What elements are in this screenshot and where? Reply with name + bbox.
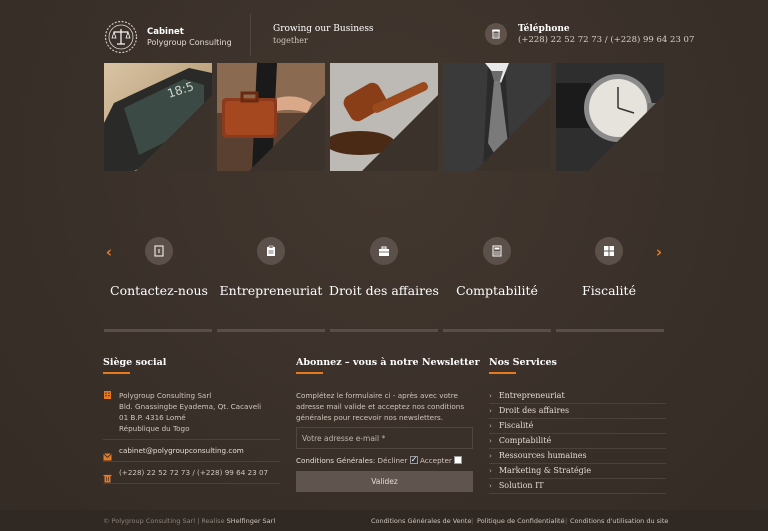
footer-link-terms[interactable]: Conditions d'utilisation du site bbox=[570, 517, 668, 525]
service-label: Contactez-nous bbox=[110, 283, 208, 298]
services-list-item[interactable]: › Solution IT bbox=[489, 479, 666, 494]
chevron-right-icon: › bbox=[489, 482, 492, 490]
contact-book-icon bbox=[145, 237, 173, 265]
chevron-right-icon: › bbox=[489, 452, 492, 460]
services-list-label[interactable]: Entrepreneuriat bbox=[499, 391, 565, 400]
divider-bar bbox=[104, 329, 212, 332]
realise-by-link[interactable]: SHelfinger Sarl bbox=[227, 517, 275, 525]
decline-label: Décliner bbox=[377, 456, 408, 465]
logo-subtitle[interactable]: Polygroup Consulting bbox=[147, 38, 232, 47]
siege-po: 01 B.P. 4316 Lomé bbox=[119, 413, 186, 422]
phone-small-icon bbox=[103, 468, 112, 487]
grid-icon bbox=[595, 237, 623, 265]
footer-link-privacy[interactable]: Politique de Confidentialité bbox=[477, 517, 565, 525]
divider-bar bbox=[443, 329, 551, 332]
siege-company: Polygroup Consulting Sarl bbox=[119, 391, 212, 400]
chevron-right-icon: › bbox=[489, 467, 492, 475]
tagline-line-2: together bbox=[273, 36, 308, 45]
chevron-right-icon: › bbox=[489, 437, 492, 445]
services-list-label[interactable]: Comptabilité bbox=[499, 436, 551, 445]
services-list-item[interactable]: › Entrepreneuriat bbox=[489, 389, 666, 404]
copyright: © Polygroup Consulting Sarl | Realise SH… bbox=[103, 517, 275, 525]
conditions-row: Conditions Générales: Décliner Accepter bbox=[296, 454, 463, 466]
siege-email-link[interactable]: cabinet@polygroupconsulting.com bbox=[119, 445, 244, 456]
service-label: Entrepreneuriat bbox=[219, 283, 323, 298]
services-list-label[interactable]: Fiscalité bbox=[499, 421, 534, 430]
separator bbox=[103, 483, 280, 484]
siege-country: République du Togo bbox=[119, 424, 190, 433]
siege-street: Bld. Gnassingbe Eyadema, Qt. Cacaveli bbox=[119, 402, 262, 411]
footer-separator: | bbox=[565, 517, 568, 525]
accept-label: Accepter bbox=[419, 456, 452, 465]
phone-icon bbox=[485, 23, 507, 45]
title-underline bbox=[296, 372, 323, 374]
tagline-line-1: Growing our Business bbox=[273, 24, 374, 34]
newsletter-submit-button[interactable]: Validez bbox=[296, 471, 473, 492]
accept-checkbox[interactable] bbox=[454, 456, 463, 464]
siege-title: Siège social bbox=[103, 357, 167, 368]
divider-bar bbox=[330, 329, 438, 332]
envelope-icon bbox=[103, 446, 112, 465]
chevron-right-icon: › bbox=[489, 392, 492, 400]
title-underline bbox=[489, 372, 516, 374]
newsletter-email-input[interactable] bbox=[296, 427, 473, 449]
calculator-icon bbox=[483, 237, 511, 265]
services-list-label[interactable]: Solution IT bbox=[499, 481, 544, 490]
services-list-item[interactable]: › Ressources humaines bbox=[489, 449, 666, 464]
services-list-item[interactable]: › Fiscalité bbox=[489, 419, 666, 434]
service-fiscalite[interactable]: Fiscalité bbox=[554, 237, 664, 298]
services-list-item[interactable]: › Droit des affaires bbox=[489, 404, 666, 419]
newsletter-title: Abonnez – vous à notre Newsletter bbox=[296, 357, 480, 368]
building-icon bbox=[103, 390, 112, 402]
service-droit-des-affaires[interactable]: Droit des affaires bbox=[329, 237, 439, 298]
briefcase-icon bbox=[370, 237, 398, 265]
service-label: Comptabilité bbox=[456, 283, 538, 298]
services-list-item[interactable]: › Marketing & Stratégie bbox=[489, 464, 666, 479]
newsletter-desc-3: générales pour recevoir nos newsletters. bbox=[296, 413, 444, 422]
service-comptabilite[interactable]: Comptabilité bbox=[442, 237, 552, 298]
tile-briefcase-image[interactable] bbox=[217, 63, 325, 171]
service-entrepreneuriat[interactable]: Entrepreneuriat bbox=[216, 237, 326, 298]
separator bbox=[103, 439, 280, 440]
service-label: Droit des affaires bbox=[329, 283, 439, 298]
title-underline bbox=[103, 372, 130, 374]
logo-scales-icon[interactable] bbox=[103, 20, 139, 54]
tile-watch-image[interactable] bbox=[556, 63, 664, 171]
services-list-label[interactable]: Droit des affaires bbox=[499, 406, 569, 415]
newsletter-desc-2: adresse mail valide et acceptez nos cond… bbox=[296, 402, 465, 411]
tile-phone-image[interactable]: 18:5 bbox=[104, 63, 212, 171]
footer-link-cgv[interactable]: Conditions Générales de Vente bbox=[371, 517, 471, 525]
conditions-label: Conditions Générales: bbox=[296, 456, 376, 465]
chevron-right-icon: › bbox=[489, 407, 492, 415]
phone-numbers: (+228) 22 52 72 73 / (+228) 99 64 23 07 bbox=[518, 35, 695, 45]
separator bbox=[103, 461, 280, 462]
copyright-text: © Polygroup Consulting Sarl bbox=[103, 517, 196, 525]
realise-prefix: | Realise bbox=[197, 517, 225, 525]
clipboard-icon bbox=[257, 237, 285, 265]
siege-phones: (+228) 22 52 72 73 / (+228) 99 64 23 07 bbox=[119, 468, 269, 477]
divider-bar bbox=[217, 329, 325, 332]
services-list-label[interactable]: Ressources humaines bbox=[499, 451, 587, 460]
tile-tie-image[interactable] bbox=[443, 63, 551, 171]
services-list-label[interactable]: Marketing & Stratégie bbox=[499, 466, 591, 475]
service-contactez-nous[interactable]: Contactez-nous bbox=[104, 237, 214, 298]
services-list-item[interactable]: › Comptabilité bbox=[489, 434, 666, 449]
phone-title: Téléphone bbox=[518, 24, 570, 34]
decline-checkbox[interactable] bbox=[409, 454, 418, 465]
newsletter-desc-1: Complétez le formulaire ci - après avec … bbox=[296, 391, 458, 400]
divider-bar bbox=[556, 329, 664, 332]
service-label: Fiscalité bbox=[582, 283, 636, 298]
footer-separator: | bbox=[471, 517, 474, 525]
header-divider bbox=[250, 14, 251, 56]
chevron-right-icon: › bbox=[489, 422, 492, 430]
tile-gavel-image[interactable] bbox=[330, 63, 438, 171]
services-list-title: Nos Services bbox=[489, 357, 557, 368]
logo-name[interactable]: Cabinet bbox=[147, 27, 184, 37]
